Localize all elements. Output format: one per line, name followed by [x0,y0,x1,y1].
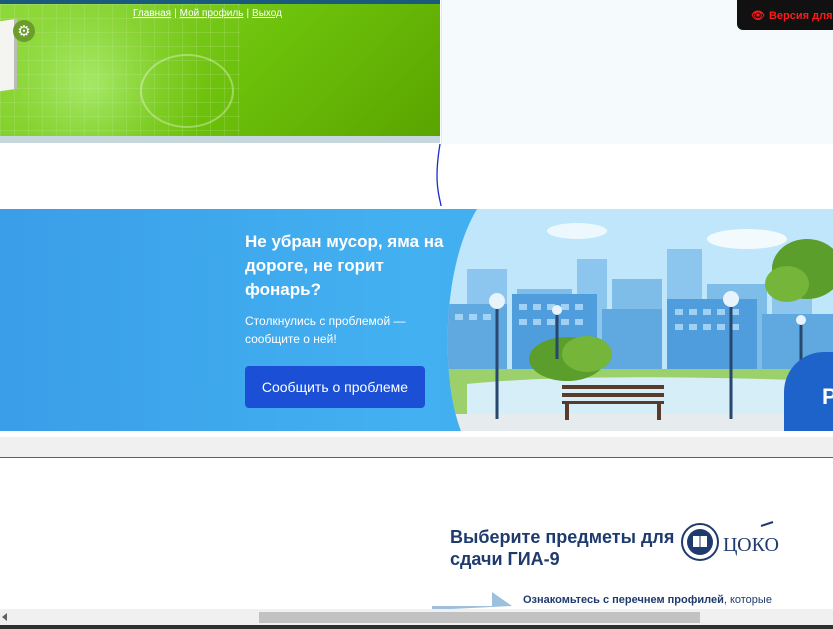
nav-link-logout[interactable]: Выход [252,8,282,19]
header-banner [0,0,440,136]
nav-link-profile[interactable]: Мой профиль [180,8,244,19]
accessibility-version-button[interactable]: 👁 Версия для [737,0,833,30]
gia-note-rest: , которые [723,594,772,606]
scroll-left-arrow-icon[interactable] [2,613,7,621]
accessibility-label: Версия для [768,10,833,22]
report-problem-button[interactable]: Сообщить о проблеме [245,366,425,408]
gia-note-bold: Ознакомьтесь с перечнем профилей [523,594,724,606]
window-bottom-edge [0,625,833,629]
city-park-illustration [447,209,833,431]
nav-link-home[interactable]: Главная [133,8,171,19]
promo-subtitle: Столкнулись с проблемой — сообщите о ней… [245,314,406,346]
pen-annotation-mark [436,143,442,207]
header-bottom-bar [0,136,440,143]
eye-icon: 👁 [751,9,765,22]
promo-banner: Не убран мусор, яма на дороге, не горит … [0,209,833,431]
tsoko-logo: ЦОКО [681,521,779,561]
header-swirl [140,54,234,128]
gia-note: Ознакомьтесь с перечнем профилей, которы… [523,594,772,606]
nav-separator: | [174,8,177,19]
section-separator [0,437,833,458]
gear-icon[interactable]: ⚙ [13,20,35,42]
nav-separator: | [246,8,250,19]
top-nav: Главная | Мой профиль | Выход [133,8,282,19]
scrollbar-thumb[interactable] [259,612,700,623]
arrow-graphic [432,592,512,610]
gia-title: Выберите предметы для сдачи ГИА-9 [450,527,675,569]
promo-title: Не убран мусор, яма на дороге, не горит … [245,232,444,299]
tsoko-logo-text: ЦОКО [723,534,779,556]
